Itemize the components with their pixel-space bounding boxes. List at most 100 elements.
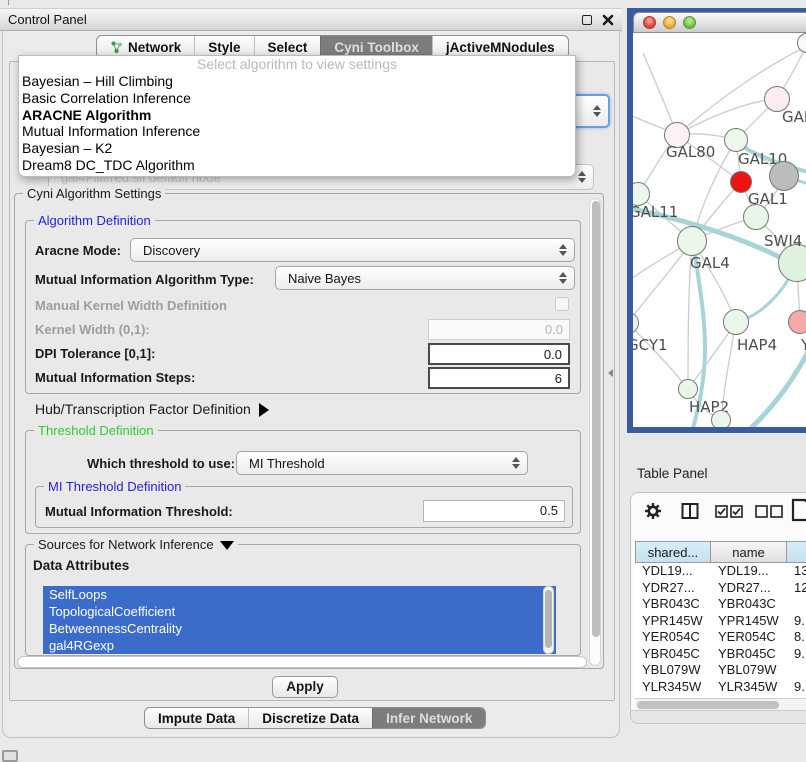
network-node-label: SWI4 bbox=[764, 232, 802, 250]
table-row[interactable]: YLR345WYLR345W9. bbox=[635, 679, 806, 696]
table-cell[interactable]: YLR345W bbox=[711, 679, 787, 696]
kernel-width-label: Kernel Width (0,1): bbox=[35, 322, 150, 337]
column-header-cut[interactable] bbox=[787, 541, 806, 563]
table-cell[interactable]: YPR145W bbox=[635, 613, 711, 630]
mini-window-icon[interactable] bbox=[2, 750, 18, 762]
network-canvas[interactable]: GALGAL80GAL10GAL1GAL11SWI4GAL4GCY1HAP4YH… bbox=[633, 33, 806, 427]
dpi-tolerance-field[interactable]: 0.0 bbox=[428, 343, 570, 365]
attributes-scrollbar-thumb[interactable] bbox=[545, 590, 552, 648]
table-cell[interactable]: 13 bbox=[787, 563, 806, 580]
control-panel-titlebar[interactable]: Control Panel bbox=[0, 8, 622, 31]
table-cell[interactable]: YPR145W bbox=[711, 613, 787, 630]
manual-kernel-checkbox[interactable] bbox=[555, 297, 569, 311]
table-body: YDL19...YDL19...13YDR27...YDR27...12YBR0… bbox=[635, 563, 806, 711]
apply-button[interactable]: Apply bbox=[272, 676, 338, 698]
float-window-icon[interactable] bbox=[582, 15, 592, 25]
table-cell[interactable]: YER054C bbox=[635, 629, 711, 646]
table-cell[interactable]: YBR043C bbox=[711, 596, 787, 613]
column-header-name[interactable]: name bbox=[711, 541, 787, 563]
network-node-GAL10[interactable] bbox=[724, 128, 748, 152]
network-node[interactable] bbox=[743, 204, 769, 230]
table-horizontal-scrollbar[interactable] bbox=[635, 698, 806, 710]
table-row[interactable]: YBR045CYBR045C9. bbox=[635, 646, 806, 663]
minimize-button[interactable] bbox=[663, 16, 676, 29]
close-icon[interactable] bbox=[602, 14, 614, 26]
table-cell[interactable]: 12 bbox=[787, 580, 806, 597]
algorithm-option[interactable]: Bayesian – Hill Climbing bbox=[19, 73, 575, 90]
attribute-item[interactable]: SelfLoops bbox=[43, 586, 556, 603]
table-row[interactable]: YBR043CYBR043C bbox=[635, 596, 806, 613]
algorithm-option[interactable]: Basic Correlation Inference bbox=[19, 90, 575, 107]
file-icon[interactable] bbox=[791, 498, 806, 522]
table-cell[interactable]: YDR27... bbox=[635, 580, 711, 597]
table-cell[interactable]: 9. bbox=[787, 679, 806, 696]
checked-boxes-icon[interactable] bbox=[715, 505, 743, 518]
hub-definition-expander[interactable]: Hub/Transcription Factor Definition bbox=[35, 401, 269, 417]
settings-scrollbar-thumb[interactable] bbox=[592, 201, 600, 637]
network-node-GAL4[interactable] bbox=[677, 226, 707, 256]
table-row[interactable]: YPR145WYPR145W9. bbox=[635, 613, 806, 630]
settings-horizontal-scrollbar[interactable] bbox=[17, 656, 587, 668]
table-cell[interactable]: YDR27... bbox=[711, 580, 787, 597]
mi-algorithm-type-select[interactable]: Naive Bayes bbox=[275, 266, 575, 290]
table-row[interactable]: YDR27...YDR27...12 bbox=[635, 580, 806, 597]
table-cell[interactable]: YER054C bbox=[711, 629, 787, 646]
network-node-Y[interactable] bbox=[788, 310, 806, 334]
network-node-HAP4[interactable] bbox=[723, 309, 749, 335]
data-attributes-list[interactable]: SelfLoopsTopologicalCoefficientBetweenne… bbox=[43, 586, 556, 654]
table-cell[interactable]: YBL079W bbox=[635, 662, 711, 679]
table-cell[interactable]: YDL19... bbox=[711, 563, 787, 580]
cyni-bottom-tab-bar: Impute Data Discretize Data Infer Networ… bbox=[144, 707, 486, 729]
sources-title-text: Sources for Network Inference bbox=[38, 537, 214, 552]
zoom-button[interactable] bbox=[683, 16, 696, 29]
unchecked-boxes-icon[interactable] bbox=[755, 505, 783, 518]
table-scrollbar-thumb[interactable] bbox=[637, 701, 779, 709]
network-node[interactable] bbox=[769, 161, 799, 191]
mi-threshold-group-title: MI Threshold Definition bbox=[44, 479, 185, 494]
table-row[interactable]: YER054CYER054C8. bbox=[635, 629, 806, 646]
gear-icon[interactable] bbox=[644, 502, 662, 520]
tab-impute-data[interactable]: Impute Data bbox=[145, 708, 248, 728]
network-node-HAP2[interactable] bbox=[678, 379, 698, 399]
tab-discretize-data[interactable]: Discretize Data bbox=[248, 708, 372, 728]
column-header-shared-name[interactable]: shared... bbox=[635, 541, 711, 563]
attributes-scrollbar[interactable] bbox=[543, 586, 554, 654]
table-row[interactable]: YDL19...YDL19...13 bbox=[635, 563, 806, 580]
mi-threshold-field[interactable]: 0.5 bbox=[423, 500, 565, 522]
settings-vertical-scrollbar[interactable] bbox=[589, 198, 601, 666]
aracne-mode-select[interactable]: Discovery bbox=[130, 238, 575, 262]
table-cell[interactable]: YBR045C bbox=[635, 646, 711, 663]
columns-icon[interactable] bbox=[681, 502, 699, 520]
table-cell[interactable]: YBR045C bbox=[711, 646, 787, 663]
inference-algorithm-select[interactable] bbox=[570, 94, 610, 128]
close-button[interactable] bbox=[643, 16, 656, 29]
attribute-item[interactable]: gal4RGexp bbox=[43, 637, 556, 654]
table-cell[interactable]: 8. bbox=[787, 629, 806, 646]
table-cell[interactable]: 9. bbox=[787, 646, 806, 663]
mi-steps-label: Mutual Information Steps: bbox=[35, 370, 195, 385]
algorithm-option[interactable]: ARACNE Algorithm bbox=[19, 107, 575, 124]
combo-arrows-icon bbox=[578, 171, 586, 183]
network-node[interactable] bbox=[711, 410, 731, 427]
network-window-titlebar[interactable] bbox=[633, 12, 806, 33]
tab-label: Impute Data bbox=[158, 711, 235, 726]
table-cell[interactable]: YBR043C bbox=[635, 596, 711, 613]
which-threshold-select[interactable]: MI Threshold bbox=[236, 451, 528, 475]
kernel-width-field[interactable]: 0.0 bbox=[428, 319, 570, 340]
algorithm-option[interactable]: Mutual Information Inference bbox=[19, 123, 575, 140]
attribute-item[interactable]: TopologicalCoefficient bbox=[43, 603, 556, 620]
table-cell[interactable] bbox=[787, 596, 806, 613]
attribute-item[interactable]: BetweennessCentrality bbox=[43, 620, 556, 637]
table-row[interactable]: YBL079WYBL079W bbox=[635, 662, 806, 679]
table-cell[interactable] bbox=[787, 662, 806, 679]
panel-splitter-handle[interactable] bbox=[608, 369, 613, 377]
mi-steps-field[interactable]: 6 bbox=[428, 367, 570, 389]
algorithm-option[interactable]: Dream8 DC_TDC Algorithm bbox=[19, 157, 575, 174]
algorithm-option[interactable]: Bayesian – K2 bbox=[19, 140, 575, 157]
collapse-arrow-icon[interactable] bbox=[220, 541, 234, 550]
tab-infer-network[interactable]: Infer Network bbox=[372, 708, 485, 728]
table-cell[interactable]: YDL19... bbox=[635, 563, 711, 580]
table-cell[interactable]: YLR345W bbox=[635, 679, 711, 696]
table-cell[interactable]: 9. bbox=[787, 613, 806, 630]
table-cell[interactable]: YBL079W bbox=[711, 662, 787, 679]
